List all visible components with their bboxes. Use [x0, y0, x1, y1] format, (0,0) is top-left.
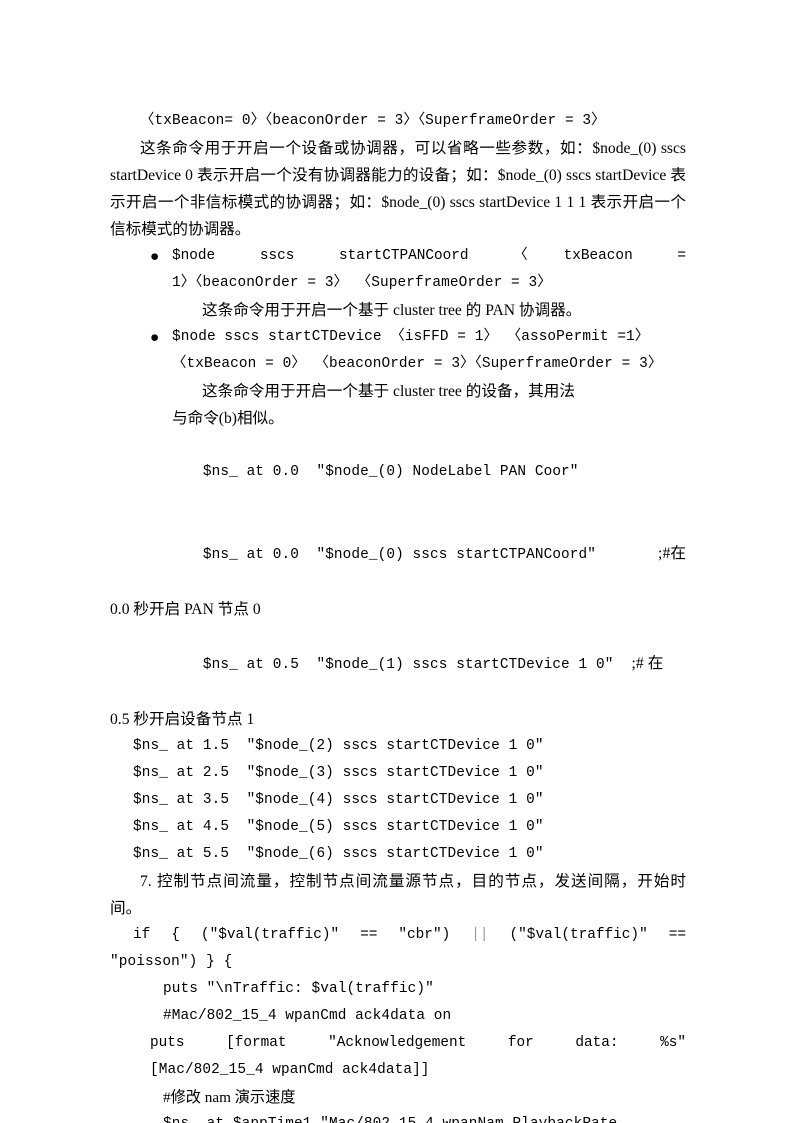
code-token-data: data:	[575, 1035, 619, 1051]
bullet2-description-line2: 与命令(b)相似。	[172, 410, 284, 427]
bullet-dot-icon: ●	[150, 329, 160, 346]
bullet1-command-line2: 1〉〈beaconOrder = 3〉 〈SuperframeOrder = 3…	[172, 275, 552, 291]
code-token-acknowledgement: "Acknowledgement	[328, 1035, 467, 1051]
ns-command-row: $ns_ at 1.5 "$node_(2) sscs startCTDevic…	[133, 738, 544, 754]
bullet-dot-icon: ●	[150, 248, 160, 265]
bullet-item-ctpancoord: ● $node sscs startCTPANCoord 〈txBeacon =…	[110, 243, 686, 324]
if-condition-line1: if { ("$val(traffic)" == "cbr") || ("$va…	[110, 922, 686, 949]
code-puts-traffic: puts "\nTraffic: $val(traffic)"	[163, 981, 434, 997]
bullet2-description-line1: 这条命令用于开启一个基于 cluster tree 的设备，其用法	[202, 383, 575, 400]
code-comment-nam-speed: #修改 nam 演示速度	[163, 1089, 296, 1106]
code-token-format: [format	[226, 1035, 287, 1051]
if-condition-part-b: ("$val(traffic)" ==	[509, 927, 686, 943]
ns-command-code: $ns_ at 0.0 "$node_(0) sscs startCTPANCo…	[202, 547, 597, 563]
ns-command-row: $ns_ at 0.0 "$node_(0) NodeLabel PAN Coo…	[110, 432, 686, 513]
ns-command-comment: ;#在	[658, 545, 687, 562]
ns-command-block: $ns_ at 0.0 "$node_(0) NodeLabel PAN Coo…	[110, 432, 686, 868]
page-content: 〈txBeacon= 0〉〈beaconOrder = 3〉〈Superfram…	[110, 108, 686, 1123]
bullet1-description: 这条命令用于开启一个基于 cluster tree 的 PAN 协调器。	[202, 302, 582, 319]
code-token-puts: puts	[150, 1035, 185, 1051]
bullet-item-ctdevice: ● $node sscs startCTDevice 〈isFFD = 1〉 〈…	[110, 324, 686, 432]
ns-command-comment-wrap: 0.0 秒开启 PAN 节点 0	[110, 601, 261, 618]
code-token-percent-s: %s"	[660, 1035, 687, 1051]
ns-command-code: $ns_ at 0.5 "$node_(1) sscs startCTDevic…	[202, 657, 614, 673]
code-comment-ack4data: #Mac/802_15_4 wpanCmd ack4data on	[163, 1008, 452, 1024]
bullet1-command-line1: $node sscs startCTPANCoord 〈txBeacon =	[172, 248, 686, 264]
bullet2-command-line2: 〈txBeacon = 0〉 〈beaconOrder = 3〉〈Superfr…	[172, 356, 663, 372]
ns-command-row: $ns_ at 4.5 "$node_(5) sscs startCTDevic…	[133, 819, 544, 835]
code-playback-rate-line1: $ns_ at $appTime1 "Mac/802_15_4 wpanNam …	[110, 1111, 686, 1123]
beacon-params-line: 〈txBeacon= 0〉〈beaconOrder = 3〉〈Superfram…	[140, 113, 606, 129]
numbered-item-7-text: 控制节点间流量，控制节点间流量源节点，目的节点，发送间隔，开始时间。	[110, 873, 686, 917]
code-token-for: for	[507, 1035, 534, 1051]
ns-command-comment: ;# 在	[631, 655, 664, 672]
code-mac-ack4data: [Mac/802_15_4 wpanCmd ack4data]]	[150, 1062, 430, 1078]
if-condition-line2: "poisson") } {	[110, 954, 233, 970]
ns-command-row: $ns_ at 0.0 "$node_(0) sscs startCTPANCo…	[110, 513, 686, 596]
if-condition-part-a: if { ("$val(traffic)" == "cbr")	[133, 927, 451, 943]
ns-command-row: $ns_ at 0.5 "$node_(1) sscs startCTDevic…	[110, 623, 686, 706]
document-page: 〈txBeacon= 0〉〈beaconOrder = 3〉〈Superfram…	[0, 0, 794, 1123]
bullet2-command-line1: $node sscs startCTDevice 〈isFFD = 1〉 〈as…	[172, 329, 650, 345]
ns-command-row: $ns_ at 5.5 "$node_(6) sscs startCTDevic…	[133, 846, 544, 862]
ns-command-comment-wrap: 0.5 秒开启设备节点 1	[110, 711, 255, 728]
logical-or-operator: ||	[471, 927, 489, 943]
ns-command-row: $ns_ at 3.5 "$node_(4) sscs startCTDevic…	[133, 792, 544, 808]
ns-command-code: $ns_ at 0.0 "$node_(0) NodeLabel PAN Coo…	[202, 464, 579, 480]
numbered-item-7: 7. 控制节点间流量，控制节点间流量源节点，目的节点，发送间隔，开始时间。	[110, 868, 686, 922]
numbered-item-7-label: 7.	[140, 873, 152, 890]
paragraph-start-device: 这条命令用于开启一个设备或协调器，可以省略一些参数，如：$node_(0) ss…	[110, 140, 686, 238]
code-puts-format: puts [format "Acknowledgement for data: …	[110, 1030, 686, 1057]
ns-command-row: $ns_ at 2.5 "$node_(3) sscs startCTDevic…	[133, 765, 544, 781]
